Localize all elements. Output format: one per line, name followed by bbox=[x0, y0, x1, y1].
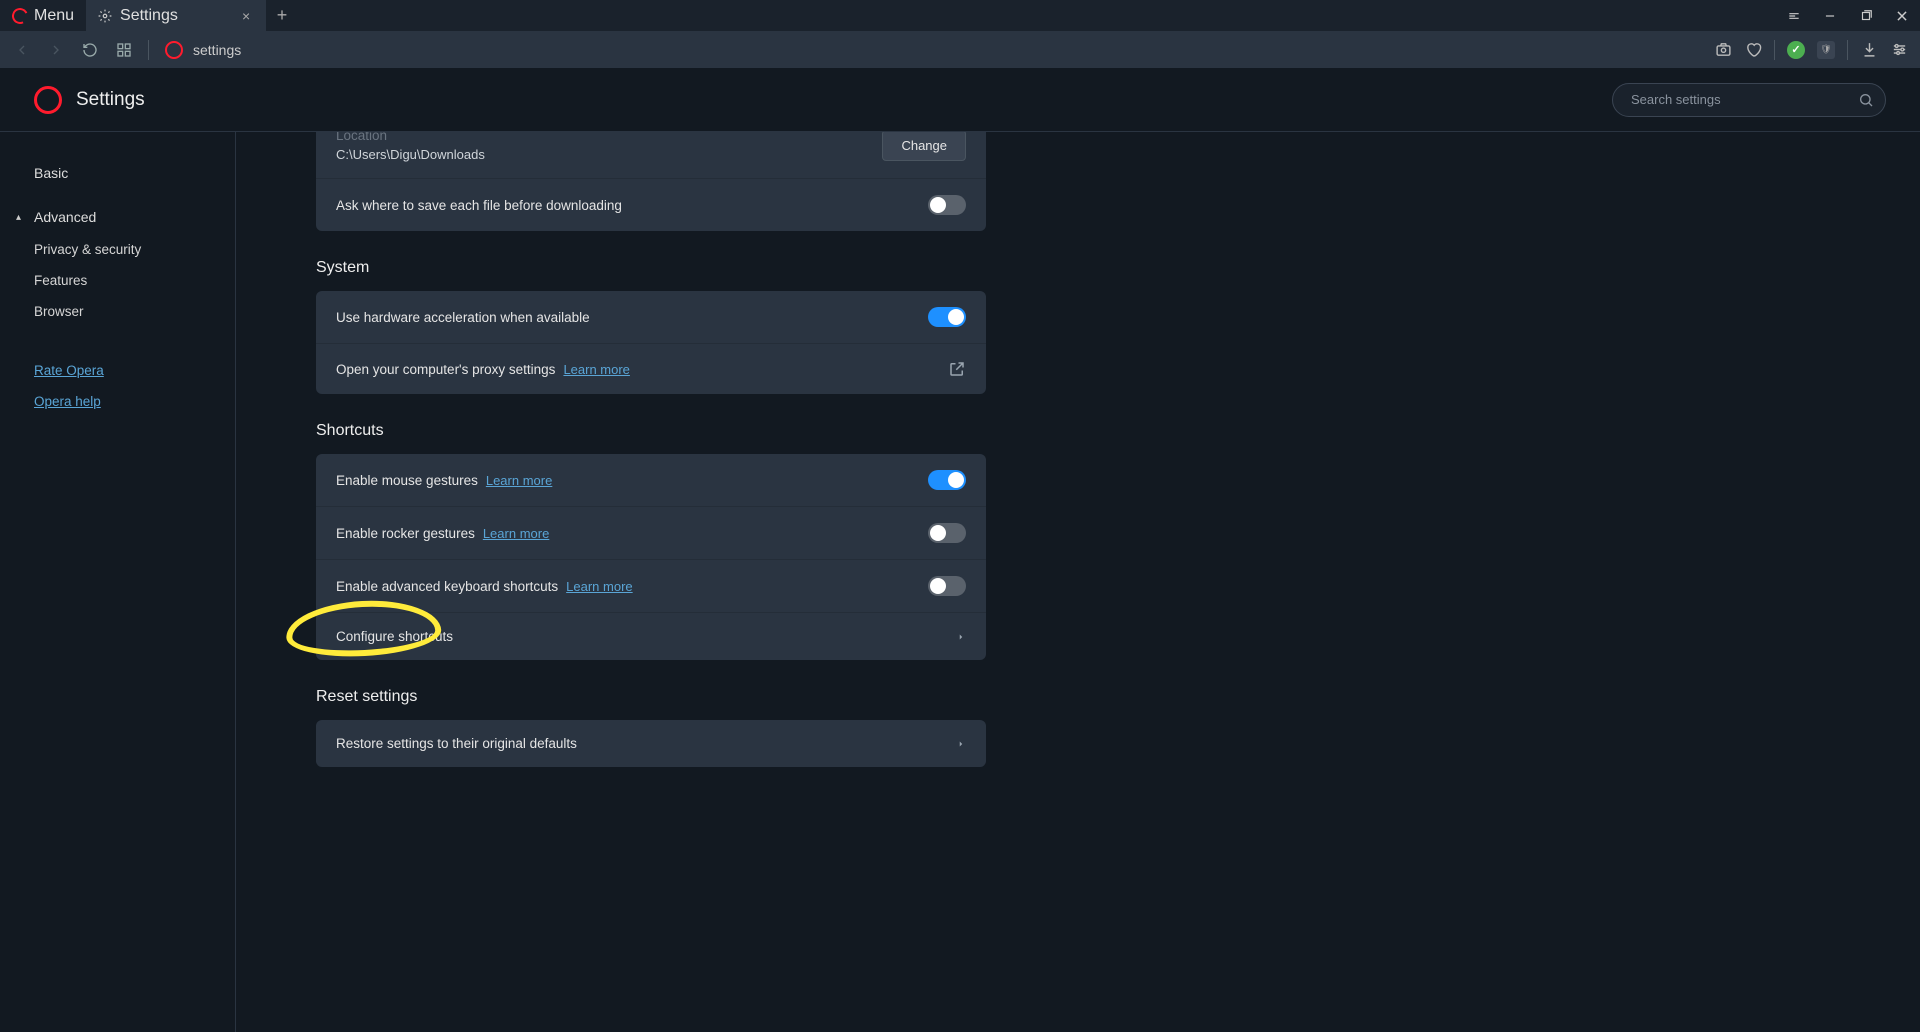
vpn-icon[interactable]: 🛡 bbox=[1813, 37, 1839, 63]
easy-setup-icon[interactable] bbox=[1886, 37, 1912, 63]
section-title-reset: Reset settings bbox=[316, 688, 1920, 706]
location-path: C:\Users\Digu\Downloads bbox=[336, 147, 485, 162]
workspaces-icon[interactable] bbox=[1776, 0, 1812, 31]
shortcuts-card: Enable mouse gestures Learn more Enable … bbox=[316, 454, 986, 660]
restore-defaults-label: Restore settings to their original defau… bbox=[336, 736, 577, 751]
window-controls bbox=[1776, 0, 1920, 31]
tab-label: Settings bbox=[120, 7, 178, 25]
search-icon bbox=[1858, 92, 1874, 108]
tab-close-icon[interactable]: × bbox=[238, 8, 254, 24]
restore-defaults-row[interactable]: Restore settings to their original defau… bbox=[316, 720, 986, 767]
heart-icon[interactable] bbox=[1740, 37, 1766, 63]
location-label: Location bbox=[336, 132, 485, 143]
sidebar: Basic Advanced Privacy & security Featur… bbox=[0, 132, 236, 1032]
hardware-accel-row[interactable]: Use hardware acceleration when available bbox=[316, 291, 986, 344]
mouse-gestures-row[interactable]: Enable mouse gestures Learn more bbox=[316, 454, 986, 507]
ask-save-toggle[interactable] bbox=[928, 195, 966, 215]
proxy-label: Open your computer's proxy settings bbox=[336, 362, 555, 377]
opera-icon bbox=[10, 5, 31, 26]
advanced-kb-row[interactable]: Enable advanced keyboard shortcuts Learn… bbox=[316, 560, 986, 613]
back-button[interactable] bbox=[8, 36, 36, 64]
reload-button[interactable] bbox=[76, 36, 104, 64]
external-link-icon bbox=[948, 360, 966, 378]
sidebar-item-privacy[interactable]: Privacy & security bbox=[0, 234, 235, 265]
menu-button[interactable]: Menu bbox=[0, 0, 86, 31]
page-title: Settings bbox=[76, 89, 145, 111]
sidebar-item-basic[interactable]: Basic bbox=[0, 156, 235, 190]
advanced-kb-toggle[interactable] bbox=[928, 576, 966, 596]
opera-logo-icon bbox=[34, 86, 62, 114]
sidebar-item-advanced[interactable]: Advanced bbox=[0, 200, 235, 234]
configure-shortcuts-label: Configure shortcuts bbox=[336, 629, 453, 644]
advanced-kb-label: Enable advanced keyboard shortcuts bbox=[336, 579, 558, 594]
rocker-gestures-label: Enable rocker gestures bbox=[336, 526, 475, 541]
sidebar-link-rate-opera[interactable]: Rate Opera bbox=[0, 355, 235, 386]
gear-icon bbox=[98, 9, 112, 23]
reset-card: Restore settings to their original defau… bbox=[316, 720, 986, 767]
rocker-gestures-row[interactable]: Enable rocker gestures Learn more bbox=[316, 507, 986, 560]
ask-save-row[interactable]: Ask where to save each file before downl… bbox=[316, 179, 986, 231]
chevron-right-icon bbox=[956, 632, 966, 642]
rocker-gestures-toggle[interactable] bbox=[928, 523, 966, 543]
download-location-row: Location C:\Users\Digu\Downloads Change bbox=[316, 132, 986, 179]
adblock-icon[interactable] bbox=[1783, 37, 1809, 63]
hardware-accel-label: Use hardware acceleration when available bbox=[336, 310, 590, 325]
forward-button[interactable] bbox=[42, 36, 70, 64]
sidebar-item-browser[interactable]: Browser bbox=[0, 296, 235, 327]
minimize-button[interactable] bbox=[1812, 0, 1848, 31]
downloads-card: Location C:\Users\Digu\Downloads Change … bbox=[316, 132, 986, 231]
snapshot-icon[interactable] bbox=[1710, 37, 1736, 63]
opera-icon bbox=[165, 41, 183, 59]
content: Location C:\Users\Digu\Downloads Change … bbox=[236, 132, 1920, 1032]
sidebar-link-opera-help[interactable]: Opera help bbox=[0, 386, 235, 417]
titlebar: Menu Settings × + bbox=[0, 0, 1920, 31]
address-input[interactable]: settings bbox=[159, 41, 1704, 59]
system-card: Use hardware acceleration when available… bbox=[316, 291, 986, 394]
chevron-right-icon bbox=[956, 739, 966, 749]
maximize-button[interactable] bbox=[1848, 0, 1884, 31]
proxy-settings-row[interactable]: Open your computer's proxy settings Lear… bbox=[316, 344, 986, 394]
advanced-kb-learn-more-link[interactable]: Learn more bbox=[566, 579, 632, 594]
close-window-button[interactable] bbox=[1884, 0, 1920, 31]
section-title-system: System bbox=[316, 259, 1920, 277]
ask-save-label: Ask where to save each file before downl… bbox=[336, 198, 622, 213]
url-text: settings bbox=[193, 42, 241, 58]
sidebar-item-features[interactable]: Features bbox=[0, 265, 235, 296]
mouse-gestures-learn-more-link[interactable]: Learn more bbox=[486, 473, 552, 488]
new-tab-button[interactable]: + bbox=[266, 0, 298, 31]
proxy-learn-more-link[interactable]: Learn more bbox=[563, 362, 629, 377]
tab-settings[interactable]: Settings × bbox=[86, 0, 266, 31]
search-settings-input[interactable] bbox=[1612, 83, 1886, 117]
page-header: Settings bbox=[0, 68, 1920, 132]
change-location-button[interactable]: Change bbox=[882, 132, 966, 161]
section-title-shortcuts: Shortcuts bbox=[316, 422, 1920, 440]
address-bar: settings 🛡 bbox=[0, 31, 1920, 68]
mouse-gestures-toggle[interactable] bbox=[928, 470, 966, 490]
mouse-gestures-label: Enable mouse gestures bbox=[336, 473, 478, 488]
rocker-gestures-learn-more-link[interactable]: Learn more bbox=[483, 526, 549, 541]
downloads-icon[interactable] bbox=[1856, 37, 1882, 63]
hardware-accel-toggle[interactable] bbox=[928, 307, 966, 327]
menu-label: Menu bbox=[34, 7, 74, 25]
speed-dial-button[interactable] bbox=[110, 36, 138, 64]
configure-shortcuts-row[interactable]: Configure shortcuts bbox=[316, 613, 986, 660]
